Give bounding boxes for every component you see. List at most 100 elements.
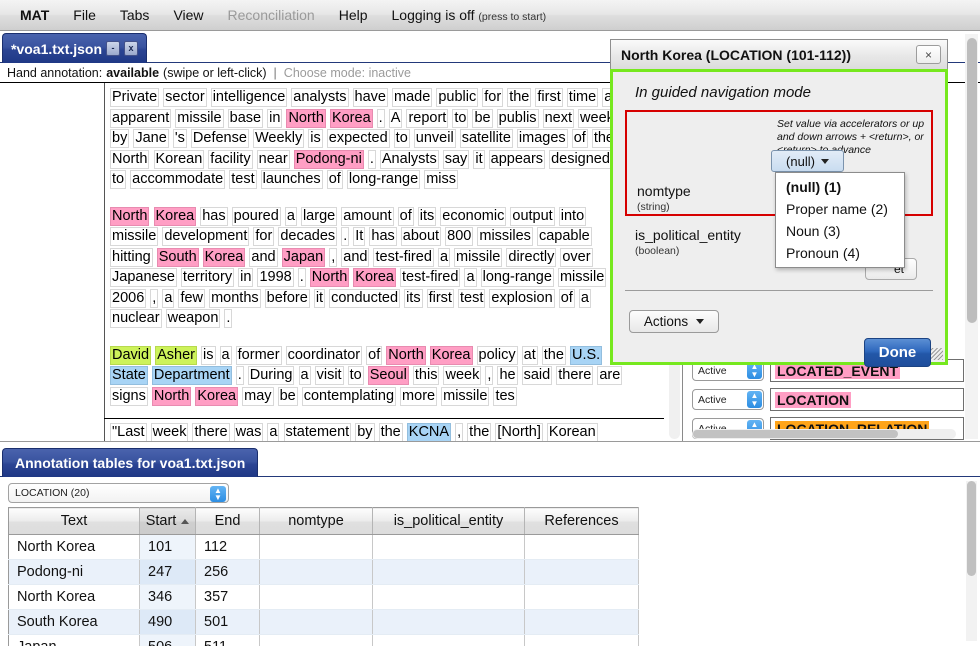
token[interactable]: at (521, 345, 538, 365)
token[interactable]: missile (454, 247, 503, 267)
annotated-token[interactable]: Seoul (367, 366, 409, 385)
token[interactable]: , (455, 423, 464, 441)
token[interactable]: 800 (445, 227, 474, 246)
token[interactable]: apparent (110, 108, 172, 128)
tag-row-location[interactable]: Active ▲ ▼ LOCATION (692, 387, 964, 412)
token[interactable]: base (227, 108, 264, 128)
token[interactable]: and (249, 247, 278, 267)
token[interactable]: . (376, 108, 385, 128)
table-cell-nomtype[interactable] (259, 584, 373, 610)
token[interactable]: Private (110, 88, 160, 107)
table-cell-nomtype[interactable] (259, 634, 373, 646)
annotation-attribute-dialog[interactable]: North Korea (LOCATION (101-112)) × In gu… (610, 39, 948, 367)
token[interactable]: of (397, 206, 414, 226)
token[interactable]: of (366, 345, 383, 365)
menu-item-view[interactable]: View (161, 5, 215, 25)
token[interactable]: week (150, 423, 189, 441)
token[interactable]: . (341, 227, 350, 246)
dropdown-option-3[interactable]: Pronoun (4) (776, 242, 904, 264)
table-cell-start[interactable]: 346 (139, 584, 196, 610)
annotated-token[interactable]: Korea (353, 268, 396, 287)
token[interactable]: to (110, 170, 127, 189)
token[interactable]: Analysts (379, 149, 439, 169)
choose-mode-status[interactable]: Choose mode: inactive (284, 66, 411, 80)
table-cell-references[interactable] (524, 559, 639, 585)
token[interactable]: missiles (477, 227, 533, 246)
dropdown-option-0[interactable]: (null) (1) (776, 176, 904, 198)
token[interactable]: designed (549, 149, 612, 169)
annotated-token[interactable]: North (151, 386, 192, 406)
token[interactable]: the (378, 423, 403, 441)
token[interactable]: may (242, 386, 274, 406)
token[interactable]: a (219, 345, 232, 365)
token[interactable]: first (535, 88, 563, 107)
token[interactable]: "Last (110, 423, 147, 441)
annotated-token[interactable]: U.S. (569, 345, 603, 365)
table-cell-start[interactable]: 101 (139, 534, 196, 560)
annotated-token[interactable]: Korea (195, 386, 239, 406)
token[interactable]: economic (440, 206, 507, 226)
token[interactable]: Defense (190, 129, 249, 148)
table-header-end[interactable]: End (195, 507, 260, 535)
menu-item-tabs[interactable]: Tabs (108, 5, 162, 25)
token[interactable]: for (482, 88, 504, 107)
token[interactable]: long-range (346, 170, 421, 189)
token[interactable]: Jane (133, 129, 169, 148)
token[interactable]: development (162, 227, 250, 246)
token[interactable]: say (442, 149, 470, 169)
token[interactable]: test (229, 170, 257, 189)
token[interactable]: output (510, 206, 555, 226)
table-cell-is-political-entity[interactable] (372, 534, 525, 560)
token[interactable]: missile (175, 108, 224, 128)
table-row[interactable]: Japan506511 (8, 634, 639, 646)
token[interactable]: about (400, 227, 442, 246)
token[interactable]: there (556, 366, 594, 385)
token[interactable]: more (400, 386, 438, 406)
token[interactable]: this (412, 366, 440, 385)
token[interactable]: and (341, 247, 370, 267)
annotation-tables-tab[interactable]: Annotation tables for voa1.txt.json (2, 448, 259, 477)
token[interactable]: large (300, 206, 338, 226)
main-vertical-scrollbar[interactable] (965, 34, 978, 439)
table-cell-end[interactable]: 511 (195, 634, 260, 646)
token[interactable]: test-fired (373, 247, 434, 267)
token[interactable]: a (284, 206, 297, 226)
table-cell-text[interactable]: Podong-ni (8, 559, 140, 585)
menu-item-file[interactable]: File (61, 5, 108, 25)
annotated-token[interactable]: North (286, 108, 326, 128)
token[interactable]: few (178, 288, 206, 308)
token[interactable]: public (436, 88, 479, 107)
token[interactable]: near (256, 149, 290, 169)
token[interactable]: in (238, 268, 254, 287)
annotated-token[interactable]: Korea (202, 247, 246, 267)
token[interactable]: . (367, 149, 376, 169)
menu-item-help[interactable]: Help (327, 5, 380, 25)
token[interactable]: a (464, 268, 477, 287)
actions-button[interactable]: Actions (629, 310, 719, 333)
token[interactable]: the (467, 423, 492, 441)
token[interactable]: missile (441, 386, 490, 406)
token[interactable]: test-fired (400, 268, 461, 287)
annotation-type-select[interactable]: LOCATION (20) ▲ ▼ (8, 483, 229, 503)
token[interactable]: During (247, 366, 295, 385)
token[interactable]: test (457, 288, 486, 308)
table-header-is-political-entity[interactable]: is_political_entity (372, 507, 525, 535)
annotated-token[interactable]: North (309, 268, 350, 287)
token[interactable]: by (110, 129, 130, 148)
stepper-icon-1[interactable]: ▲ ▼ (747, 391, 762, 408)
table-cell-start[interactable]: 506 (139, 634, 196, 646)
annotated-token[interactable]: Korea (429, 345, 473, 365)
token[interactable]: visit (314, 366, 344, 385)
token[interactable]: images (516, 129, 568, 148)
token[interactable]: . (297, 268, 306, 287)
table-cell-nomtype[interactable] (259, 559, 373, 585)
token[interactable]: amount (341, 206, 394, 226)
table-row[interactable]: Podong-ni 247 256 (8, 559, 639, 585)
token[interactable]: intelligence (210, 88, 288, 107)
token[interactable]: over (560, 247, 593, 267)
table-header-nomtype[interactable]: nomtype (259, 507, 373, 535)
token[interactable]: missile (110, 227, 159, 246)
table-body[interactable]: North Korea 101 112 Podong-ni 247 256 North Ko… (8, 534, 639, 646)
token[interactable]: week (443, 366, 482, 385)
token[interactable]: hitting (110, 247, 153, 267)
